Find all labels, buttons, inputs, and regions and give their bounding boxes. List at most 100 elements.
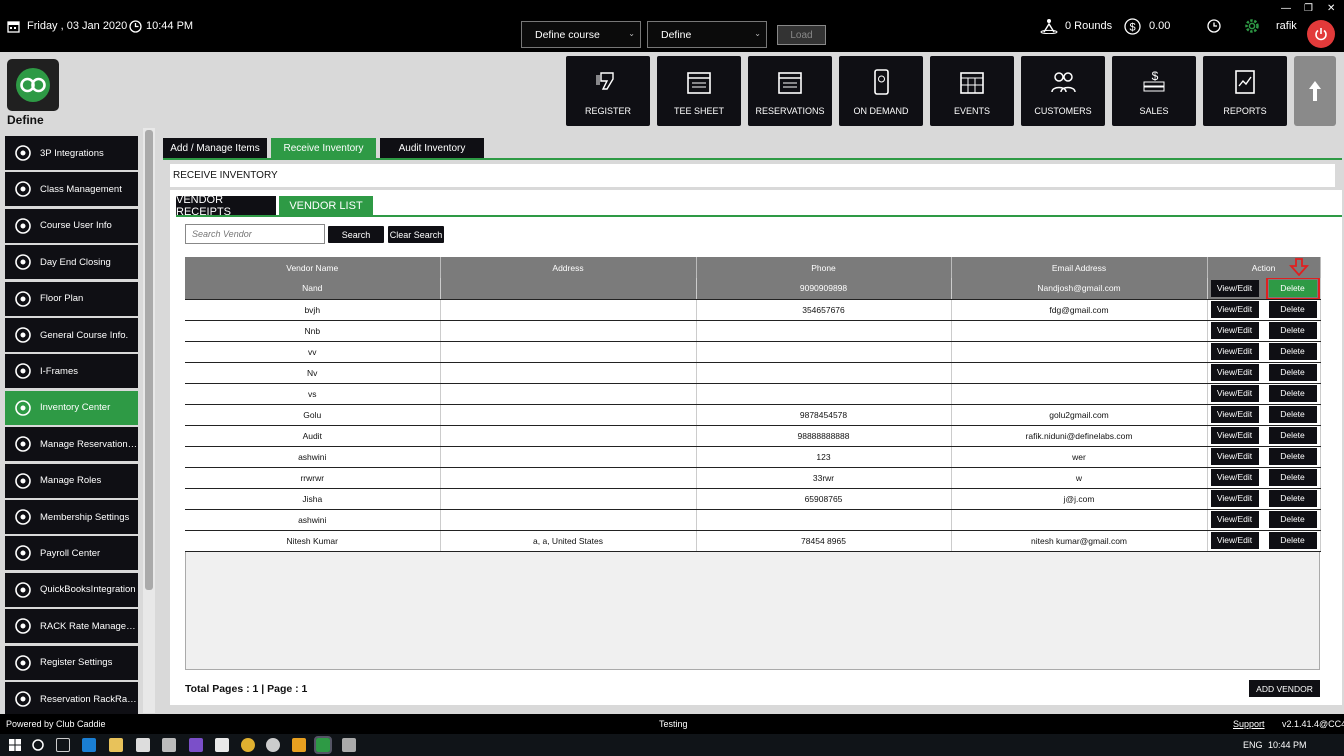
- view-edit-button[interactable]: View/Edit: [1210, 427, 1259, 444]
- table-row[interactable]: Nand 9090909898 Nandjosh@gmail.com View/Edi…: [185, 278, 1321, 300]
- table-row[interactable]: Audit 98888888888 rafik.niduni@definelabs.…: [185, 425, 1321, 447]
- table-row[interactable]: Nnb View/Edit Delete: [185, 320, 1321, 342]
- subtab-vendor-receipts[interactable]: VENDOR RECEIPTS: [176, 194, 276, 218]
- mail-icon[interactable]: [136, 738, 150, 752]
- delete-button[interactable]: Delete: [1268, 406, 1317, 423]
- sidebar-item-payroll-center[interactable]: Payroll Center: [5, 536, 138, 571]
- sidebar-item-rack-rate-manageme[interactable]: RACK Rate Manageme...: [5, 609, 138, 644]
- search-button[interactable]: Search: [328, 226, 384, 243]
- subtab-vendor-list[interactable]: VENDOR LIST: [279, 196, 373, 216]
- table-row[interactable]: ashwini View/Edit Delete: [185, 509, 1321, 531]
- view-edit-button[interactable]: View/Edit: [1210, 343, 1259, 360]
- nav-on-demand[interactable]: ON DEMAND: [839, 56, 923, 126]
- nav-events[interactable]: EVENTS: [930, 56, 1014, 126]
- table-row[interactable]: Golu 9878454578 golu2gmail.com View/Edit Del…: [185, 404, 1321, 426]
- add-vendor-button[interactable]: ADD VENDOR: [1249, 680, 1320, 697]
- column-header-phone[interactable]: Phone: [696, 257, 952, 278]
- visual-studio-icon[interactable]: [189, 738, 203, 752]
- search-vendor-input[interactable]: [185, 224, 325, 244]
- view-edit-button[interactable]: View/Edit: [1210, 385, 1259, 402]
- view-edit-button[interactable]: View/Edit: [1210, 301, 1259, 318]
- sidebar-item-general-course-info[interactable]: General Course Info.: [5, 318, 138, 352]
- view-edit-button[interactable]: View/Edit: [1210, 511, 1259, 528]
- delete-button[interactable]: Delete: [1265, 278, 1319, 298]
- delete-button[interactable]: Delete: [1268, 490, 1317, 507]
- settings-button[interactable]: [1243, 0, 1261, 52]
- view-edit-button[interactable]: View/Edit: [1210, 322, 1259, 339]
- table-row[interactable]: vv View/Edit Delete: [185, 341, 1321, 363]
- nav-register[interactable]: REGISTER: [566, 56, 650, 126]
- scroll-top-button[interactable]: [1294, 56, 1336, 126]
- tab-audit-inventory[interactable]: Audit Inventory: [380, 138, 484, 158]
- nav-reservations[interactable]: RESERVATIONS: [748, 56, 832, 126]
- nav-reports[interactable]: REPORTS: [1203, 56, 1287, 126]
- table-row[interactable]: ashwini 123 wer View/Edit Delete: [185, 446, 1321, 468]
- delete-button[interactable]: Delete: [1268, 364, 1317, 381]
- view-edit-button[interactable]: View/Edit: [1210, 406, 1259, 423]
- close-icon[interactable]: ✕: [1327, 3, 1335, 14]
- power-button[interactable]: [1307, 20, 1335, 48]
- edge-icon[interactable]: [82, 738, 96, 752]
- load-button[interactable]: Load: [777, 25, 826, 45]
- view-edit-button[interactable]: View/Edit: [1210, 532, 1259, 549]
- table-row[interactable]: rrwrwr 33rwr w View/Edit Delete: [185, 467, 1321, 489]
- delete-button[interactable]: Delete: [1268, 301, 1317, 318]
- course-select[interactable]: Define course ⌄: [521, 21, 641, 48]
- sidebar-item-class-management[interactable]: Class Management: [5, 172, 138, 207]
- sidebar-item-membership-settings[interactable]: Membership Settings: [5, 500, 138, 534]
- chrome-icon[interactable]: [241, 738, 255, 752]
- sidebar-item-course-user-info[interactable]: Course User Info: [5, 208, 138, 243]
- snipping-icon[interactable]: [342, 738, 356, 752]
- view-edit-button[interactable]: View/Edit: [1210, 469, 1259, 486]
- clear-search-button[interactable]: Clear Search: [388, 226, 444, 243]
- delete-button[interactable]: Delete: [1268, 448, 1317, 465]
- column-header-vendor-name[interactable]: Vendor Name: [185, 257, 441, 278]
- view-edit-button[interactable]: View/Edit: [1210, 364, 1259, 381]
- delete-button[interactable]: Delete: [1268, 469, 1317, 486]
- column-header-email-address[interactable]: Email Address: [951, 257, 1208, 278]
- delete-button[interactable]: Delete: [1268, 322, 1317, 339]
- sidebar-item-manage-reservation-r[interactable]: Manage Reservation R...: [5, 427, 138, 462]
- sublime-icon[interactable]: [292, 738, 306, 752]
- task-view-icon[interactable]: [56, 738, 70, 752]
- photos-icon[interactable]: [215, 738, 229, 752]
- history-button[interactable]: [1207, 0, 1221, 52]
- sidebar-item-3p-integrations[interactable]: 3P Integrations: [5, 136, 138, 170]
- view-edit-button[interactable]: View/Edit: [1210, 279, 1259, 297]
- tab-add-manage-items[interactable]: Add / Manage Items: [163, 138, 267, 158]
- delete-button[interactable]: Delete: [1268, 343, 1317, 360]
- sidebar-item-quickbooksintegration[interactable]: QuickBooksIntegration: [5, 572, 138, 607]
- sidebar-scrollbar[interactable]: [145, 130, 153, 590]
- search-icon[interactable]: [31, 738, 45, 752]
- app-icon[interactable]: [266, 738, 280, 752]
- language-indicator[interactable]: ENG: [1243, 740, 1263, 750]
- delete-button[interactable]: Delete: [1268, 532, 1317, 549]
- view-edit-button[interactable]: View/Edit: [1210, 490, 1259, 507]
- club-caddie-icon[interactable]: [314, 736, 332, 754]
- nav-sales[interactable]: $ SALES: [1112, 56, 1196, 126]
- table-row[interactable]: vs View/Edit Delete: [185, 383, 1321, 405]
- sidebar-item-register-settings[interactable]: Register Settings: [5, 645, 138, 680]
- sidebar-item-inventory-center[interactable]: Inventory Center: [5, 390, 138, 425]
- file-explorer-icon[interactable]: [109, 738, 123, 752]
- store-icon[interactable]: [162, 738, 176, 752]
- delete-button[interactable]: Delete: [1268, 385, 1317, 402]
- sidebar-item-i-frames[interactable]: I-Frames: [5, 354, 138, 389]
- delete-button[interactable]: Delete: [1268, 427, 1317, 444]
- table-row[interactable]: bvjh 354657676 fdg@gmail.com View/Edit Delet…: [185, 299, 1321, 321]
- system-clock[interactable]: 10:44 PM: [1268, 740, 1307, 750]
- table-row[interactable]: Nitesh Kumar a, a, United States 78454 896…: [185, 530, 1321, 552]
- view-edit-button[interactable]: View/Edit: [1210, 448, 1259, 465]
- sidebar-item-floor-plan[interactable]: Floor Plan: [5, 281, 138, 316]
- tab-receive-inventory[interactable]: Receive Inventory: [271, 138, 376, 158]
- define-select[interactable]: Define ⌄: [647, 21, 767, 48]
- sidebar-item-manage-roles[interactable]: Manage Roles: [5, 463, 138, 498]
- minimize-icon[interactable]: —: [1281, 3, 1291, 14]
- table-row[interactable]: Nv View/Edit Delete: [185, 362, 1321, 384]
- sidebar-item-day-end-closing[interactable]: Day End Closing: [5, 245, 138, 280]
- windows-icon[interactable]: [9, 739, 21, 751]
- nav-customers[interactable]: CUSTOMERS: [1021, 56, 1105, 126]
- nav-tee-sheet[interactable]: TEE SHEET: [657, 56, 741, 126]
- sidebar-item-reservation-rackrate[interactable]: Reservation RackRate...: [5, 682, 138, 716]
- table-row[interactable]: Jisha 65908765 j@j.com View/Edit Delete: [185, 488, 1321, 510]
